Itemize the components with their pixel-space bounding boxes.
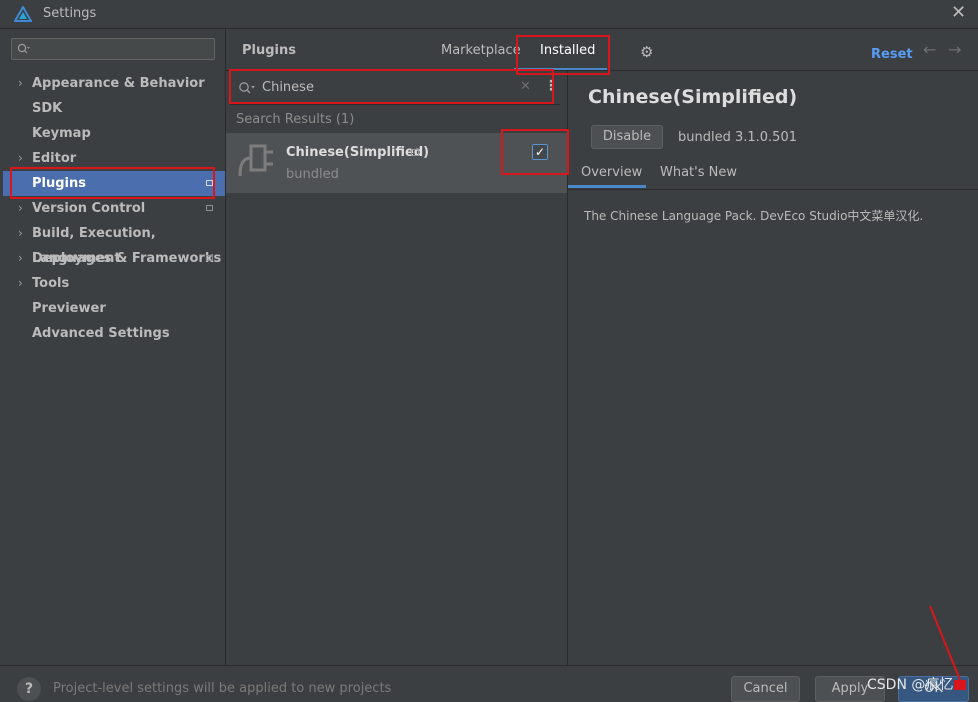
- chevron-right-icon[interactable]: ›: [18, 271, 23, 296]
- tab-marketplace[interactable]: Marketplace: [441, 43, 521, 58]
- sidebar-item[interactable]: Keymap: [3, 121, 225, 146]
- footer-note: Project-level settings will be applied t…: [53, 681, 392, 696]
- annotation-box-search: [229, 69, 554, 104]
- plugin-version: bundled 3.1.0.501: [678, 130, 797, 145]
- sidebar-item-label: Keymap: [32, 126, 91, 141]
- project-level-icon: [206, 205, 213, 211]
- deveco-logo-icon: [14, 6, 32, 22]
- title-bar: [0, 0, 978, 29]
- sidebar-item-label: SDK: [32, 101, 63, 116]
- tab-whats-new[interactable]: What's New: [660, 165, 737, 180]
- cancel-button[interactable]: Cancel: [731, 676, 800, 702]
- annotation-box-checkbox: [501, 129, 569, 175]
- search-results-label: Search Results (1): [236, 112, 355, 127]
- sidebar-item-label: Previewer: [32, 301, 106, 316]
- chevron-right-icon[interactable]: ›: [18, 246, 23, 271]
- plugin-subtitle: bundled: [286, 167, 339, 182]
- sidebar-item[interactable]: SDK: [3, 96, 225, 121]
- plugin-name: Chinese(Simplified): [286, 145, 430, 160]
- annotation-box-plugins: [10, 167, 215, 199]
- close-icon[interactable]: ✕: [951, 3, 966, 23]
- plugin-plug-icon: [238, 144, 273, 177]
- detail-tabs-divider: [568, 189, 978, 190]
- sidebar-item[interactable]: Previewer: [3, 296, 225, 321]
- active-detail-tab-indicator: [568, 185, 646, 188]
- sidebar-item[interactable]: Advanced Settings: [3, 321, 225, 346]
- sidebar-item-label: Languages & Frameworks: [32, 251, 222, 266]
- settings-search-input[interactable]: [11, 38, 215, 60]
- help-button[interactable]: ?: [17, 677, 41, 701]
- sidebar-item[interactable]: › Appearance & Behavior: [3, 71, 225, 96]
- chevron-right-icon[interactable]: ›: [18, 221, 23, 246]
- plugin-detail-title: Chinese(Simplified): [588, 86, 798, 108]
- plugin-description: The Chinese Language Pack. DevEco Studio…: [584, 209, 924, 223]
- back-arrow-icon[interactable]: ←: [923, 40, 936, 59]
- annotation-arrow: [929, 605, 966, 690]
- tab-overview[interactable]: Overview: [581, 165, 642, 180]
- project-level-icon: [206, 255, 213, 261]
- sidebar-item-label: Appearance & Behavior: [32, 76, 205, 91]
- sidebar-item[interactable]: › Languages & Frameworks: [3, 246, 225, 271]
- search-icon: [17, 43, 30, 54]
- sidebar-item-label: Advanced Settings: [32, 326, 170, 341]
- forward-arrow-icon[interactable]: →: [948, 40, 961, 59]
- sidebar-item[interactable]: › Version Control: [3, 196, 225, 221]
- plugins-heading: Plugins: [242, 43, 296, 58]
- gear-icon[interactable]: ⚙: [640, 43, 653, 61]
- footer-divider: [0, 665, 978, 666]
- sidebar-item[interactable]: › Tools: [3, 271, 225, 296]
- window-title: Settings: [43, 6, 97, 21]
- chevron-right-icon[interactable]: ›: [18, 196, 23, 221]
- sidebar-item[interactable]: › Build, Execution, Deployment: [3, 221, 225, 266]
- sidebar-item-label: Tools: [32, 276, 70, 291]
- sidebar-item-label: Version Control: [32, 201, 146, 216]
- reset-link[interactable]: Reset: [871, 47, 913, 62]
- disable-button[interactable]: Disable: [591, 125, 663, 149]
- project-level-icon: [411, 149, 419, 156]
- chevron-right-icon[interactable]: ›: [18, 71, 23, 96]
